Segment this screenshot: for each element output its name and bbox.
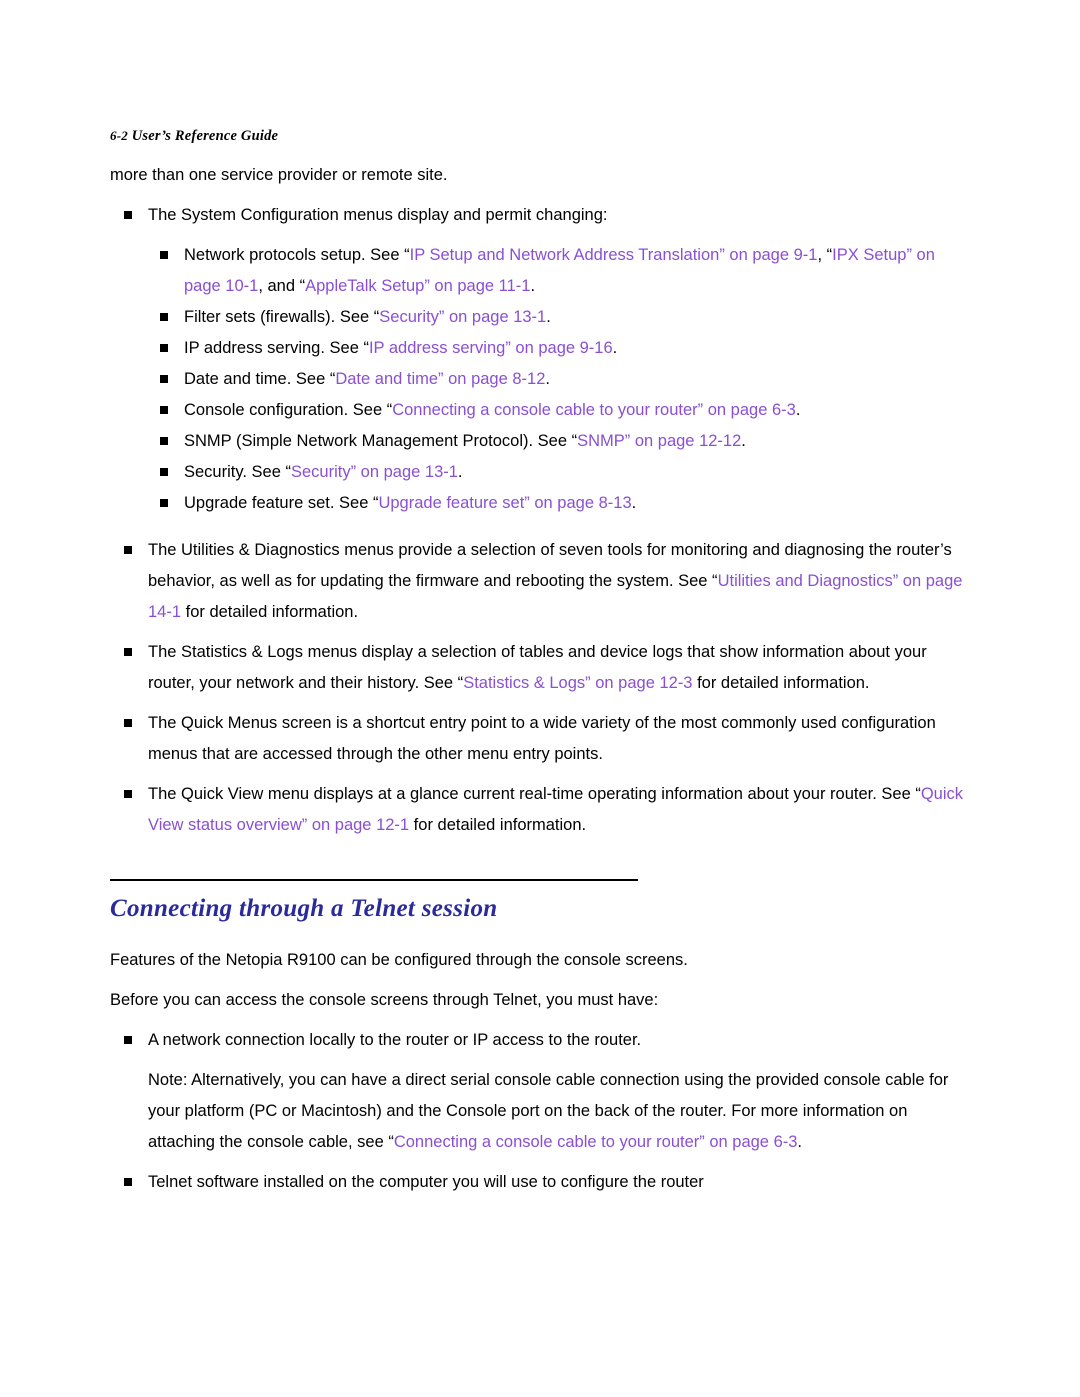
section-paragraph-2: Before you can access the console screen… xyxy=(110,991,659,1009)
sub-bullet-text-post: . xyxy=(631,494,637,512)
sub-bullet-text-pre: Console configuration. See “ xyxy=(184,401,393,419)
paragraph-text-pre: The Quick Menus screen is a shortcut ent… xyxy=(148,714,936,763)
paragraph-text-pre: The Quick View menu displays at a glance… xyxy=(148,785,921,803)
sub-bullet-text-pre: Date and time. See “ xyxy=(184,370,336,388)
bullet-network-connection: A network connection locally to the rout… xyxy=(124,1025,970,1056)
cross-reference-link[interactable]: SNMP” on page 12-12 xyxy=(577,432,741,450)
square-bullet-icon xyxy=(124,1036,132,1044)
cross-reference-link[interactable]: Connecting a console cable to your route… xyxy=(394,1133,798,1151)
sub-bullet-text-pre: Security. See “ xyxy=(184,463,291,481)
square-bullet-icon xyxy=(124,546,132,554)
sub-bullet-text-pre: Upgrade feature set. See “ xyxy=(184,494,379,512)
square-bullet-icon xyxy=(124,1178,132,1186)
section-paragraph-1: Features of the Netopia R9100 can be con… xyxy=(110,951,688,969)
running-header: 6-2 User’s Reference Guide xyxy=(110,128,970,145)
sub-bullet-text-post: . xyxy=(795,401,801,419)
bullet-utilities-diagnostics: The Utilities & Diagnostics menus provid… xyxy=(124,535,970,628)
sub-bullet-text-pre: IP address serving. See “ xyxy=(184,339,369,357)
cross-reference-link[interactable]: AppleTalk Setup” on page 11-1 xyxy=(305,277,530,295)
bullet-statistics-logs: The Statistics & Logs menus display a se… xyxy=(124,637,970,699)
page-content: 6-2 User’s Reference Guide more than one… xyxy=(110,128,970,1198)
bullet-text: The System Configuration menus display a… xyxy=(148,206,608,224)
sub-bullet-text-post: . xyxy=(530,277,536,295)
note-text-post: . xyxy=(797,1133,803,1151)
section-divider xyxy=(110,879,638,881)
section-heading: Connecting through a Telnet session xyxy=(110,895,498,922)
sub-bullet-text-pre: Filter sets (firewalls). See “ xyxy=(184,308,380,326)
square-bullet-icon xyxy=(160,375,168,383)
cross-reference-link[interactable]: Connecting a console cable to your route… xyxy=(392,401,796,419)
sub-bullet-network-protocols: Network protocols setup. See “IP Setup a… xyxy=(160,240,970,302)
sub-bullet-date-and-time: Date and time. See “Date and time” on pa… xyxy=(160,364,970,395)
bullet-system-config: The System Configuration menus display a… xyxy=(124,200,970,231)
square-bullet-icon xyxy=(160,313,168,321)
cross-reference-link[interactable]: Upgrade feature set” on page 8-13 xyxy=(378,494,631,512)
square-bullet-icon xyxy=(124,719,132,727)
square-bullet-icon xyxy=(160,344,168,352)
sub-bullet-text-post: . xyxy=(545,370,550,388)
sub-bullet-filter-sets: Filter sets (firewalls). See “Security” … xyxy=(160,302,970,333)
sub-bullet-text-pre: Network protocols setup. See “ xyxy=(184,246,410,264)
square-bullet-icon xyxy=(124,211,132,219)
bullet-quick-view: The Quick View menu displays at a glance… xyxy=(124,779,970,841)
sub-bullet-text-mid2: , and “ xyxy=(258,277,306,295)
square-bullet-icon xyxy=(124,648,132,656)
sub-bullet-console-configuration: Console configuration. See “Connecting a… xyxy=(160,395,970,426)
paragraph-text-post: for detailed information. xyxy=(692,674,870,692)
sub-bullet-text-post: . xyxy=(612,339,618,357)
cross-reference-link[interactable]: IP Setup and Network Address Translation… xyxy=(410,246,818,264)
square-bullet-icon xyxy=(160,437,168,445)
square-bullet-icon xyxy=(160,251,168,259)
square-bullet-icon xyxy=(160,468,168,476)
intro-paragraph: more than one service provider or remote… xyxy=(110,166,448,184)
sub-bullet-text-post: . xyxy=(741,432,746,450)
cross-reference-link[interactable]: IP address serving” on page 9-16 xyxy=(369,339,613,357)
sub-bullet-ip-address-serving: IP address serving. See “IP address serv… xyxy=(160,333,970,364)
bullet-text: A network connection locally to the rout… xyxy=(148,1031,642,1049)
sub-bullet-text-pre: SNMP (Simple Network Management Protocol… xyxy=(184,432,578,450)
sub-bullet-text-post: . xyxy=(546,308,551,326)
header-title: User’s Reference Guide xyxy=(131,128,279,144)
square-bullet-icon xyxy=(160,499,168,507)
note-paragraph: Note: Alternatively, you can have a dire… xyxy=(148,1065,970,1158)
header-page-number: 6-2 xyxy=(110,128,128,143)
sub-bullet-security: Security. See “Security” on page 13-1. xyxy=(160,457,970,488)
cross-reference-link[interactable]: Date and time” on page 8-12 xyxy=(335,370,545,388)
cross-reference-link[interactable]: Security” on page 13-1 xyxy=(379,308,546,326)
cross-reference-link[interactable]: Statistics & Logs” on page 12-3 xyxy=(463,674,692,692)
sub-bullet-text-mid: , “ xyxy=(817,246,833,264)
bullet-quick-menus: The Quick Menus screen is a shortcut ent… xyxy=(124,708,970,770)
bullet-telnet-software: Telnet software installed on the compute… xyxy=(124,1167,970,1198)
paragraph-text-post: for detailed information. xyxy=(181,603,359,621)
square-bullet-icon xyxy=(124,790,132,798)
document-page: 6-2 User’s Reference Guide more than one… xyxy=(0,0,1080,1397)
paragraph-text-post: for detailed information. xyxy=(409,816,587,834)
bullet-text: Telnet software installed on the compute… xyxy=(148,1173,704,1191)
cross-reference-link[interactable]: Security” on page 13-1 xyxy=(291,463,458,481)
sub-bullet-text-post: . xyxy=(457,463,463,481)
sub-bullet-upgrade-feature-set: Upgrade feature set. See “Upgrade featur… xyxy=(160,488,970,519)
sub-bullet-snmp: SNMP (Simple Network Management Protocol… xyxy=(160,426,970,457)
square-bullet-icon xyxy=(160,406,168,414)
